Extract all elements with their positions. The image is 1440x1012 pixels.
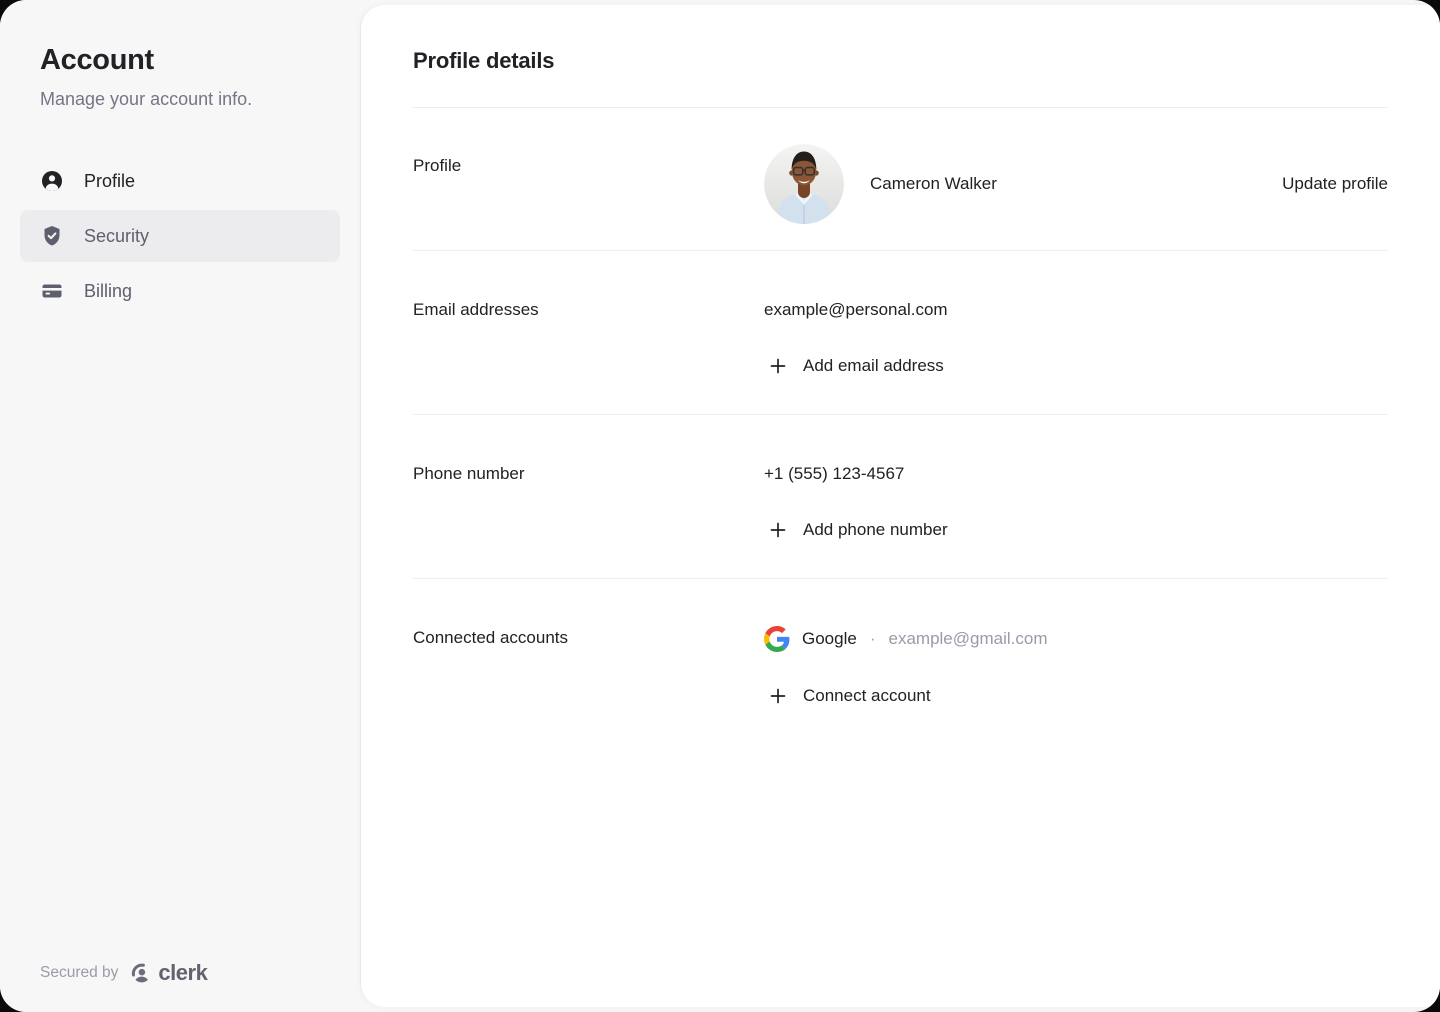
main-content: Profile details Profile [360,5,1440,1007]
user-circle-icon [40,169,64,193]
sidebar-item-security[interactable]: Security [20,210,340,262]
add-email-label: Add email address [803,354,944,378]
secured-by-text: Secured by [40,964,118,982]
sidebar-item-label: Billing [84,281,132,302]
profile-section: Profile [413,108,1388,250]
plus-icon [769,521,787,539]
credit-card-icon [40,279,64,303]
page-title: Profile details [413,48,1388,74]
sidebar-item-label: Security [84,226,149,247]
connected-row-content: Google · example@gmail.com Connect accou… [764,626,1388,708]
add-phone-button[interactable]: Add phone number [764,518,1388,542]
google-icon [764,626,790,652]
connected-account-google: Google · example@gmail.com [764,626,1388,652]
add-phone-label: Add phone number [803,518,948,542]
connected-accounts-section: Connected accounts Google · example@gmai… [413,579,1388,744]
separator-dot: · [870,626,876,652]
phone-value: +1 (555) 123-4567 [764,462,1388,486]
add-email-button[interactable]: Add email address [764,354,1388,378]
avatar [764,144,844,224]
profile-name: Cameron Walker [870,174,997,194]
row-label-email: Email addresses [413,298,764,322]
row-label-profile: Profile [413,154,764,178]
sidebar: Account Manage your account info. Profil… [0,0,360,1012]
shield-check-icon [40,224,64,248]
phone-row-content: +1 (555) 123-4567 Add phone number [764,462,1388,542]
row-label-connected-accounts: Connected accounts [413,626,764,650]
sidebar-item-profile[interactable]: Profile [20,155,340,207]
sidebar-title: Account [40,44,340,77]
email-row-content: example@personal.com Add email address [764,298,1388,378]
phone-section: Phone number +1 (555) 123-4567 Add phone… [413,415,1388,578]
sidebar-item-billing[interactable]: Billing [20,265,340,317]
secured-by-clerk: Secured by clerk [40,960,207,986]
email-section: Email addresses example@personal.com Add… [413,251,1388,414]
row-label-phone: Phone number [413,462,764,486]
clerk-wordmark: clerk [158,960,207,986]
sidebar-subtitle: Manage your account info. [40,87,340,111]
sidebar-item-label: Profile [84,171,135,192]
account-card: Account Manage your account info. Profil… [0,0,1440,1012]
plus-icon [769,687,787,705]
plus-icon [769,357,787,375]
connected-account-email: example@gmail.com [889,626,1048,652]
email-value: example@personal.com [764,298,1388,322]
provider-name: Google [802,626,857,652]
clerk-icon [130,962,153,985]
clerk-logo[interactable]: clerk [130,960,207,986]
profile-row-content: Cameron Walker Update profile [764,144,1388,224]
update-profile-button[interactable]: Update profile [1282,174,1388,194]
connect-account-button[interactable]: Connect account [764,684,1388,708]
sidebar-nav: Profile Security [20,155,340,317]
connect-account-label: Connect account [803,684,931,708]
